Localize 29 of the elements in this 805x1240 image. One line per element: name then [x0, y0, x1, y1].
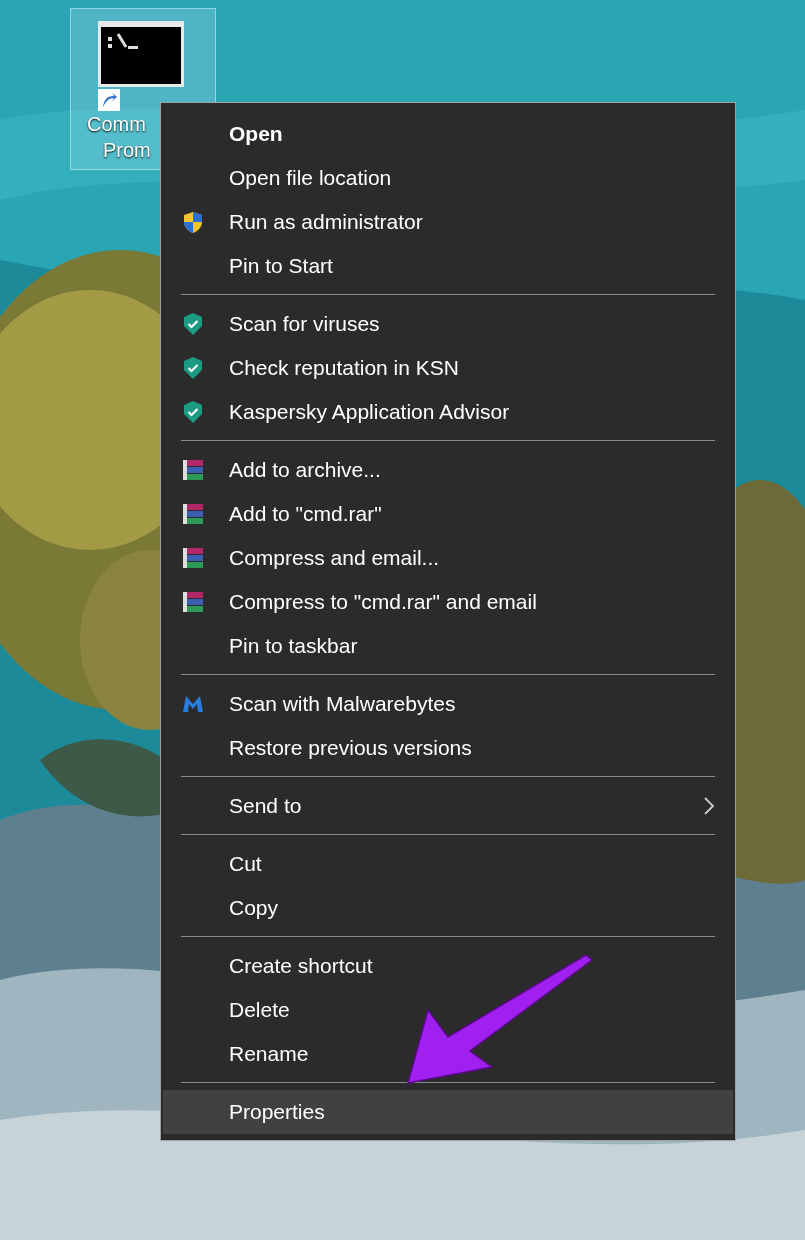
shortcut-label: Prom — [102, 138, 151, 163]
menu-item[interactable]: Restore previous versions — [163, 726, 733, 770]
menu-item[interactable]: Rename — [163, 1032, 733, 1076]
menu-item[interactable]: Copy — [163, 886, 733, 930]
books-icon — [181, 546, 205, 570]
shield-icon — [181, 210, 205, 234]
books-icon — [181, 502, 205, 526]
menu-item[interactable]: Add to archive... — [163, 448, 733, 492]
books-icon — [181, 458, 205, 482]
menu-item[interactable]: Check reputation in KSN — [163, 346, 733, 390]
check-shield-icon — [181, 400, 205, 424]
menu-item[interactable]: Kaspersky Application Advisor — [163, 390, 733, 434]
menu-item[interactable]: Delete — [163, 988, 733, 1032]
menu-item[interactable]: Compress to "cmd.rar" and email — [163, 580, 733, 624]
menu-item[interactable]: Properties — [163, 1090, 733, 1134]
menu-item[interactable]: Pin to taskbar — [163, 624, 733, 668]
shortcut-label: Comm — [86, 112, 146, 137]
menu-item[interactable]: Send to — [163, 784, 733, 828]
check-shield-icon — [181, 312, 205, 336]
menu-item[interactable]: Scan for viruses — [163, 302, 733, 346]
books-icon — [181, 590, 205, 614]
menu-item[interactable]: Add to "cmd.rar" — [163, 492, 733, 536]
menu-item[interactable]: Scan with Malwarebytes — [163, 682, 733, 726]
menu-item[interactable]: Create shortcut — [163, 944, 733, 988]
menu-item[interactable]: Compress and email... — [163, 536, 733, 580]
menu-item[interactable]: Run as administrator — [163, 200, 733, 244]
check-shield-icon — [181, 356, 205, 380]
menu-item[interactable]: Cut — [163, 842, 733, 886]
menu-item[interactable]: Pin to Start — [163, 244, 733, 288]
